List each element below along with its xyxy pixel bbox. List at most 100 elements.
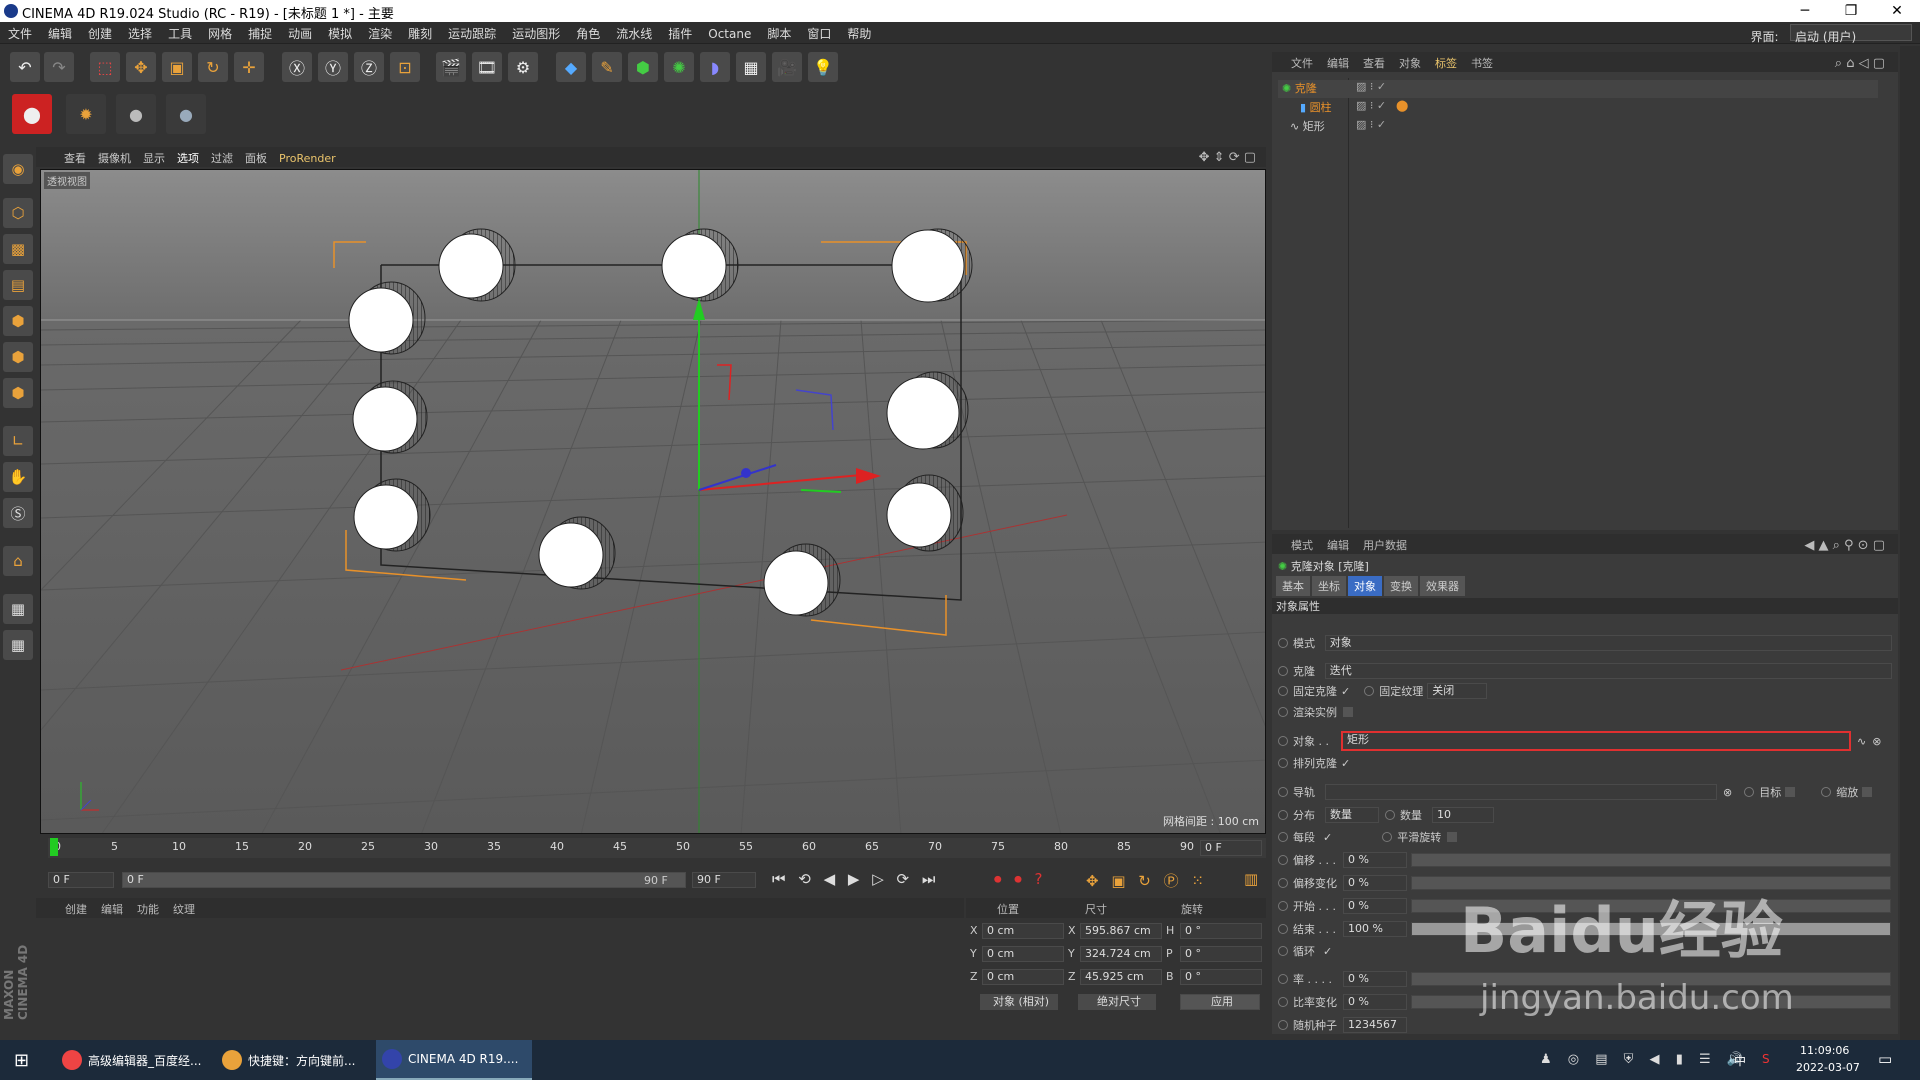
viewport-menu-item[interactable]: 面板	[239, 147, 273, 169]
size-z-field[interactable]: 45.925 cm	[1080, 969, 1162, 985]
taskbar-player[interactable]: 快捷键：方向键前...	[216, 1040, 366, 1080]
octane-render-icon[interactable]: ⬤	[12, 94, 52, 134]
offset-slider[interactable]	[1411, 853, 1891, 867]
snap-icon[interactable]: Ⓢ	[3, 498, 33, 528]
viewport-menu-item[interactable]: ProRender	[273, 149, 342, 168]
pick-icon[interactable]: ⊗	[1872, 735, 1881, 748]
om-row-cylinder[interactable]: ▮ 圆柱 ▨ ⁝ ✓ ⬤	[1278, 99, 1878, 117]
distribution-dropdown[interactable]: 数量	[1325, 807, 1379, 823]
clock-date[interactable]: 2022-03-07	[1796, 1061, 1860, 1074]
fix-clone-checkbox[interactable]: ✓	[1341, 685, 1350, 698]
om-menu-item[interactable]: 文件	[1284, 52, 1320, 74]
menu-item[interactable]: 网格	[200, 22, 240, 45]
keyframe-radio[interactable]	[1278, 758, 1288, 768]
om-menu-item[interactable]: 标签	[1428, 52, 1464, 74]
octane-settings-icon[interactable]: ✹	[66, 94, 106, 134]
close-button[interactable]: ✕	[1874, 0, 1920, 22]
count-field[interactable]: 10	[1432, 807, 1494, 823]
planar-workplane-icon[interactable]: ▦	[3, 630, 33, 660]
keyframe-radio[interactable]	[1278, 924, 1288, 934]
tray-icons[interactable]: ♟ ◎ ▤ ⛨ ◀ ▮ ☰ 🔊	[1540, 1052, 1749, 1067]
random-seed-field[interactable]: 1234567	[1343, 1017, 1407, 1033]
ime-indicator[interactable]: 中	[1734, 1052, 1746, 1069]
om-menu-item[interactable]: 书签	[1464, 52, 1500, 74]
menu-item[interactable]: 雕刻	[400, 22, 440, 45]
menu-item[interactable]: 帮助	[839, 22, 879, 45]
menu-item[interactable]: Octane	[700, 24, 759, 44]
loop-checkbox[interactable]: ✓	[1323, 945, 1332, 958]
keyframe-radio[interactable]	[1278, 997, 1288, 1007]
fix-texture-dropdown[interactable]: 关闭	[1427, 683, 1488, 699]
attr-nav-icons[interactable]: ◀ ▲ ⌕ ⚲ ⊙ ▢	[1797, 535, 1892, 556]
keyframe-radio[interactable]	[1278, 638, 1288, 648]
record-controls[interactable]: ⏺ ⏺ ?	[994, 870, 1047, 888]
workplane-icon[interactable]: ⌂	[3, 546, 33, 576]
rot-b-field[interactable]: 0 °	[1180, 969, 1262, 985]
keyframe-radio[interactable]	[1278, 810, 1288, 820]
attr-menu-item[interactable]: 模式	[1284, 534, 1320, 556]
timeline-icon[interactable]: ▥	[1244, 870, 1258, 888]
om-menu-item[interactable]: 编辑	[1320, 52, 1356, 74]
axis-mode-icon[interactable]: ∟	[3, 426, 33, 456]
octane-material-icon[interactable]: ●	[116, 94, 156, 134]
keyframe-radio[interactable]	[1278, 707, 1288, 717]
floor-icon[interactable]: ▦	[736, 52, 766, 82]
mograph-cloner-icon[interactable]: ✺	[664, 52, 694, 82]
clock-time[interactable]: 11:09:06	[1800, 1044, 1849, 1057]
keyframe-radio[interactable]	[1364, 686, 1375, 696]
notification-icon[interactable]: ▭	[1878, 1050, 1892, 1068]
size-mode-dropdown[interactable]: 绝对尺寸	[1078, 994, 1156, 1010]
phong-tag-icon[interactable]: ⬤	[1396, 99, 1408, 112]
tweak-mode-icon[interactable]: ✋	[3, 462, 33, 492]
octane-live-viewer-icon[interactable]: ◉	[3, 154, 33, 184]
keyframe-radio[interactable]	[1278, 901, 1288, 911]
keyframe-radio[interactable]	[1278, 736, 1288, 746]
redo-icon[interactable]: ↷	[44, 52, 74, 82]
maximize-button[interactable]: ❐	[1828, 0, 1874, 22]
menu-item[interactable]: 捕捉	[240, 22, 280, 45]
tab-coord[interactable]: 坐标	[1312, 576, 1346, 596]
edges-mode-icon[interactable]: ⬢	[3, 342, 33, 372]
tab-basic[interactable]: 基本	[1276, 576, 1310, 596]
sogou-icon[interactable]: S	[1762, 1052, 1770, 1066]
viewport-menu-item[interactable]: 显示	[137, 147, 171, 169]
render-settings-icon[interactable]: ⚙	[508, 52, 538, 82]
keyframe-radio[interactable]	[1278, 1020, 1288, 1030]
smooth-rotation-checkbox[interactable]	[1447, 832, 1458, 842]
taskbar-c4d[interactable]: CINEMA 4D R19....	[376, 1040, 532, 1080]
mode-dropdown[interactable]: 对象	[1324, 635, 1892, 651]
y-axis-icon[interactable]: Ⓨ	[318, 52, 348, 82]
keyframe-radio[interactable]	[1278, 666, 1288, 676]
locked-workplane-icon[interactable]: ▦	[3, 594, 33, 624]
tab-effectors[interactable]: 效果器	[1420, 576, 1465, 596]
pen-spline-icon[interactable]: ✎	[592, 52, 622, 82]
keyframe-radio[interactable]	[1278, 832, 1288, 842]
keyframe-radio[interactable]	[1382, 832, 1393, 842]
menu-item[interactable]: 角色	[568, 22, 608, 45]
pos-z-field[interactable]: 0 cm	[982, 969, 1064, 985]
keyframe-radio[interactable]	[1278, 686, 1288, 696]
menu-item[interactable]: 动画	[280, 22, 320, 45]
render-picture-viewer-icon[interactable]: 🎞	[472, 52, 502, 82]
arrange-clone-checkbox[interactable]: ✓	[1341, 757, 1350, 770]
coordinate-system-icon[interactable]: ⊡	[390, 52, 420, 82]
start-field[interactable]: 0 %	[1343, 898, 1407, 914]
menu-item[interactable]: 运动跟踪	[440, 22, 504, 45]
om-row-rectangle[interactable]: ∿ 矩形 ▨ ⁝ ✓	[1278, 118, 1878, 136]
menu-item[interactable]: 创建	[80, 22, 120, 45]
move-icon[interactable]: ✥	[126, 52, 156, 82]
start-frame-field[interactable]: 0 F	[48, 872, 114, 888]
visibility-toggle[interactable]: ▨ ⁝ ✓	[1356, 99, 1386, 112]
max-frame-field[interactable]: 90 F	[692, 872, 756, 888]
deformer-icon[interactable]: ◗	[700, 52, 730, 82]
x-axis-icon[interactable]: Ⓧ	[282, 52, 312, 82]
render-instances-checkbox[interactable]	[1343, 707, 1353, 717]
rotate-icon[interactable]: ↻	[198, 52, 228, 82]
menu-item[interactable]: 工具	[160, 22, 200, 45]
object-link-field[interactable]: 矩形	[1341, 731, 1851, 751]
menu-item[interactable]: 渲染	[360, 22, 400, 45]
render-view-icon[interactable]: 🎬	[436, 52, 466, 82]
menu-item[interactable]: 文件	[0, 22, 40, 45]
viewport-nav-icons[interactable]: ✥ ⇕ ⟳ ▢	[1193, 147, 1262, 168]
transform-icon[interactable]: ✛	[234, 52, 264, 82]
